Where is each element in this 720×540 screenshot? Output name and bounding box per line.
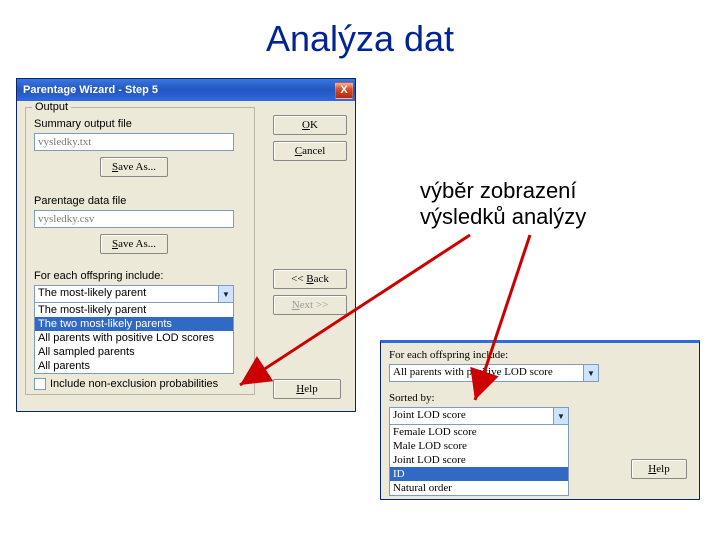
parentage-data-field[interactable] bbox=[34, 210, 234, 228]
list-item-selected[interactable]: ID bbox=[390, 467, 568, 481]
slide-title: Analýza dat bbox=[0, 18, 720, 60]
include-combo-value: The most-likely parent bbox=[35, 286, 218, 302]
annotation-line1: výběr zobrazení bbox=[420, 178, 577, 203]
include-nonexclusion-row[interactable]: Include non-exclusion probabilities bbox=[34, 378, 246, 390]
chevron-down-icon[interactable]: ▼ bbox=[583, 365, 598, 381]
sorted-by-label: Sorted by: bbox=[389, 392, 691, 404]
list-item[interactable]: The most-likely parent bbox=[35, 303, 233, 317]
next-button[interactable]: Next >> bbox=[273, 295, 347, 315]
list-item[interactable]: All sampled parents bbox=[35, 345, 233, 359]
sorted-by-listbox[interactable]: Female LOD score Male LOD score Joint LO… bbox=[389, 424, 569, 496]
for-each-offspring-label: For each offspring include: bbox=[34, 270, 246, 282]
close-icon: X bbox=[340, 84, 347, 96]
parentage-wizard-dialog: Parentage Wizard - Step 5 X Output Summa… bbox=[16, 78, 356, 412]
list-item[interactable]: Female LOD score bbox=[390, 425, 568, 439]
help-button[interactable]: Help bbox=[273, 379, 341, 399]
include-combo-2-value: All parents with positive LOD score bbox=[390, 365, 583, 381]
list-item[interactable]: Male LOD score bbox=[390, 439, 568, 453]
list-item[interactable]: All parents with positive LOD scores bbox=[35, 331, 233, 345]
list-item[interactable]: Natural order bbox=[390, 481, 568, 495]
titlebar[interactable]: Parentage Wizard - Step 5 X bbox=[17, 79, 355, 101]
cancel-button[interactable]: Cancel bbox=[273, 141, 347, 161]
chevron-down-icon[interactable]: ▼ bbox=[218, 286, 233, 302]
summary-output-field[interactable] bbox=[34, 133, 234, 151]
help-button-2[interactable]: Help bbox=[631, 459, 687, 479]
ok-button[interactable]: OK bbox=[273, 115, 347, 135]
list-item[interactable]: All parents bbox=[35, 359, 233, 373]
save-as-summary-button[interactable]: Save As... bbox=[100, 157, 168, 177]
summary-output-label: Summary output file bbox=[34, 118, 246, 130]
include-combo-2[interactable]: All parents with positive LOD score ▼ bbox=[389, 364, 599, 382]
sorted-by-combo[interactable]: Joint LOD score ▼ bbox=[389, 407, 569, 425]
list-item[interactable]: Joint LOD score bbox=[390, 453, 568, 467]
list-item-selected[interactable]: The two most-likely parents bbox=[35, 317, 233, 331]
annotation-text: výběr zobrazení výsledků analýzy bbox=[420, 178, 586, 231]
fragment-sorted-by: For each offspring include: All parents … bbox=[380, 340, 700, 500]
annotation-line2: výsledků analýzy bbox=[420, 204, 586, 229]
window-title: Parentage Wizard - Step 5 bbox=[23, 84, 158, 96]
chevron-down-icon[interactable]: ▼ bbox=[553, 408, 568, 424]
for-each-offspring-label-2: For each offspring include: bbox=[389, 349, 691, 361]
sorted-by-combo-value: Joint LOD score bbox=[390, 408, 553, 424]
checkbox-icon[interactable] bbox=[34, 378, 46, 390]
close-button[interactable]: X bbox=[335, 82, 353, 99]
parentage-data-label: Parentage data file bbox=[34, 195, 246, 207]
output-group-label: Output bbox=[32, 101, 71, 113]
back-button[interactable]: << Back bbox=[273, 269, 347, 289]
include-nonexclusion-label: Include non-exclusion probabilities bbox=[50, 378, 218, 390]
include-listbox[interactable]: The most-likely parent The two most-like… bbox=[34, 302, 234, 374]
include-combo[interactable]: The most-likely parent ▼ bbox=[34, 285, 234, 303]
save-as-parentage-button[interactable]: Save As... bbox=[100, 234, 168, 254]
